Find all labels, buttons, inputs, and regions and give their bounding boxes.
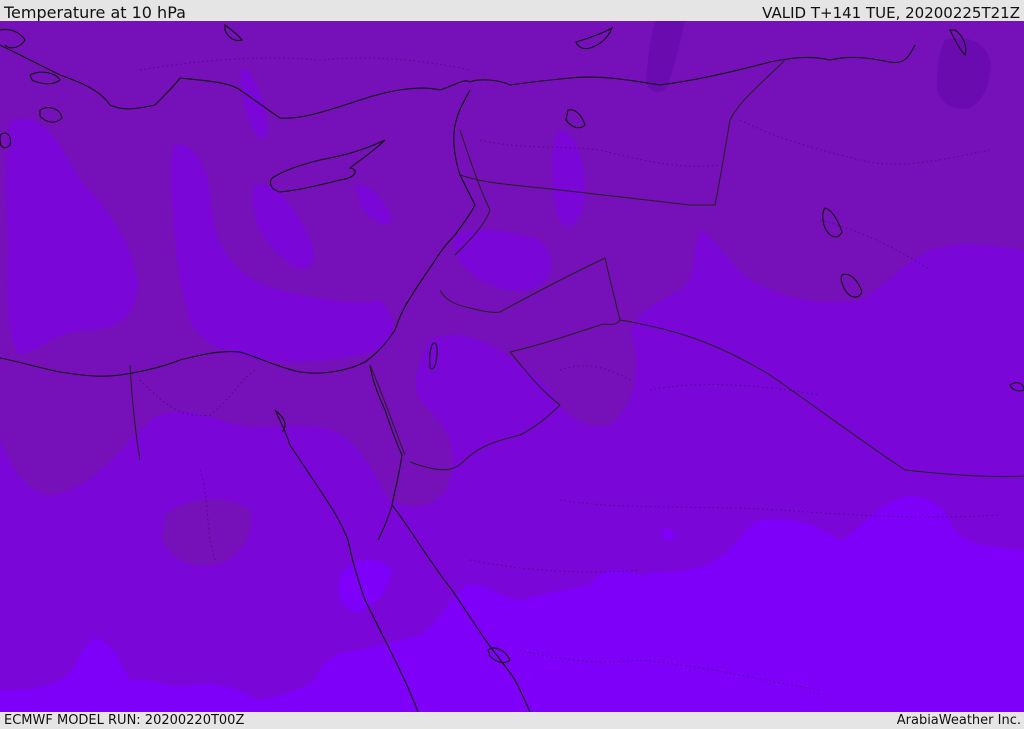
map-canvas <box>0 21 1024 712</box>
footer-bar: ECMWF MODEL RUN: 20200220T00Z ArabiaWeat… <box>0 712 1024 729</box>
model-run-label: ECMWF MODEL RUN: 20200220T00Z <box>4 713 245 728</box>
valid-time: VALID T+141 TUE, 20200225T21Z <box>762 4 1020 22</box>
map-title: Temperature at 10 hPa <box>4 3 186 22</box>
weather-map[interactable] <box>0 21 1024 712</box>
title-bar: Temperature at 10 hPa VALID T+141 TUE, 2… <box>0 0 1024 22</box>
credit-label: ArabiaWeather Inc. <box>896 713 1021 728</box>
